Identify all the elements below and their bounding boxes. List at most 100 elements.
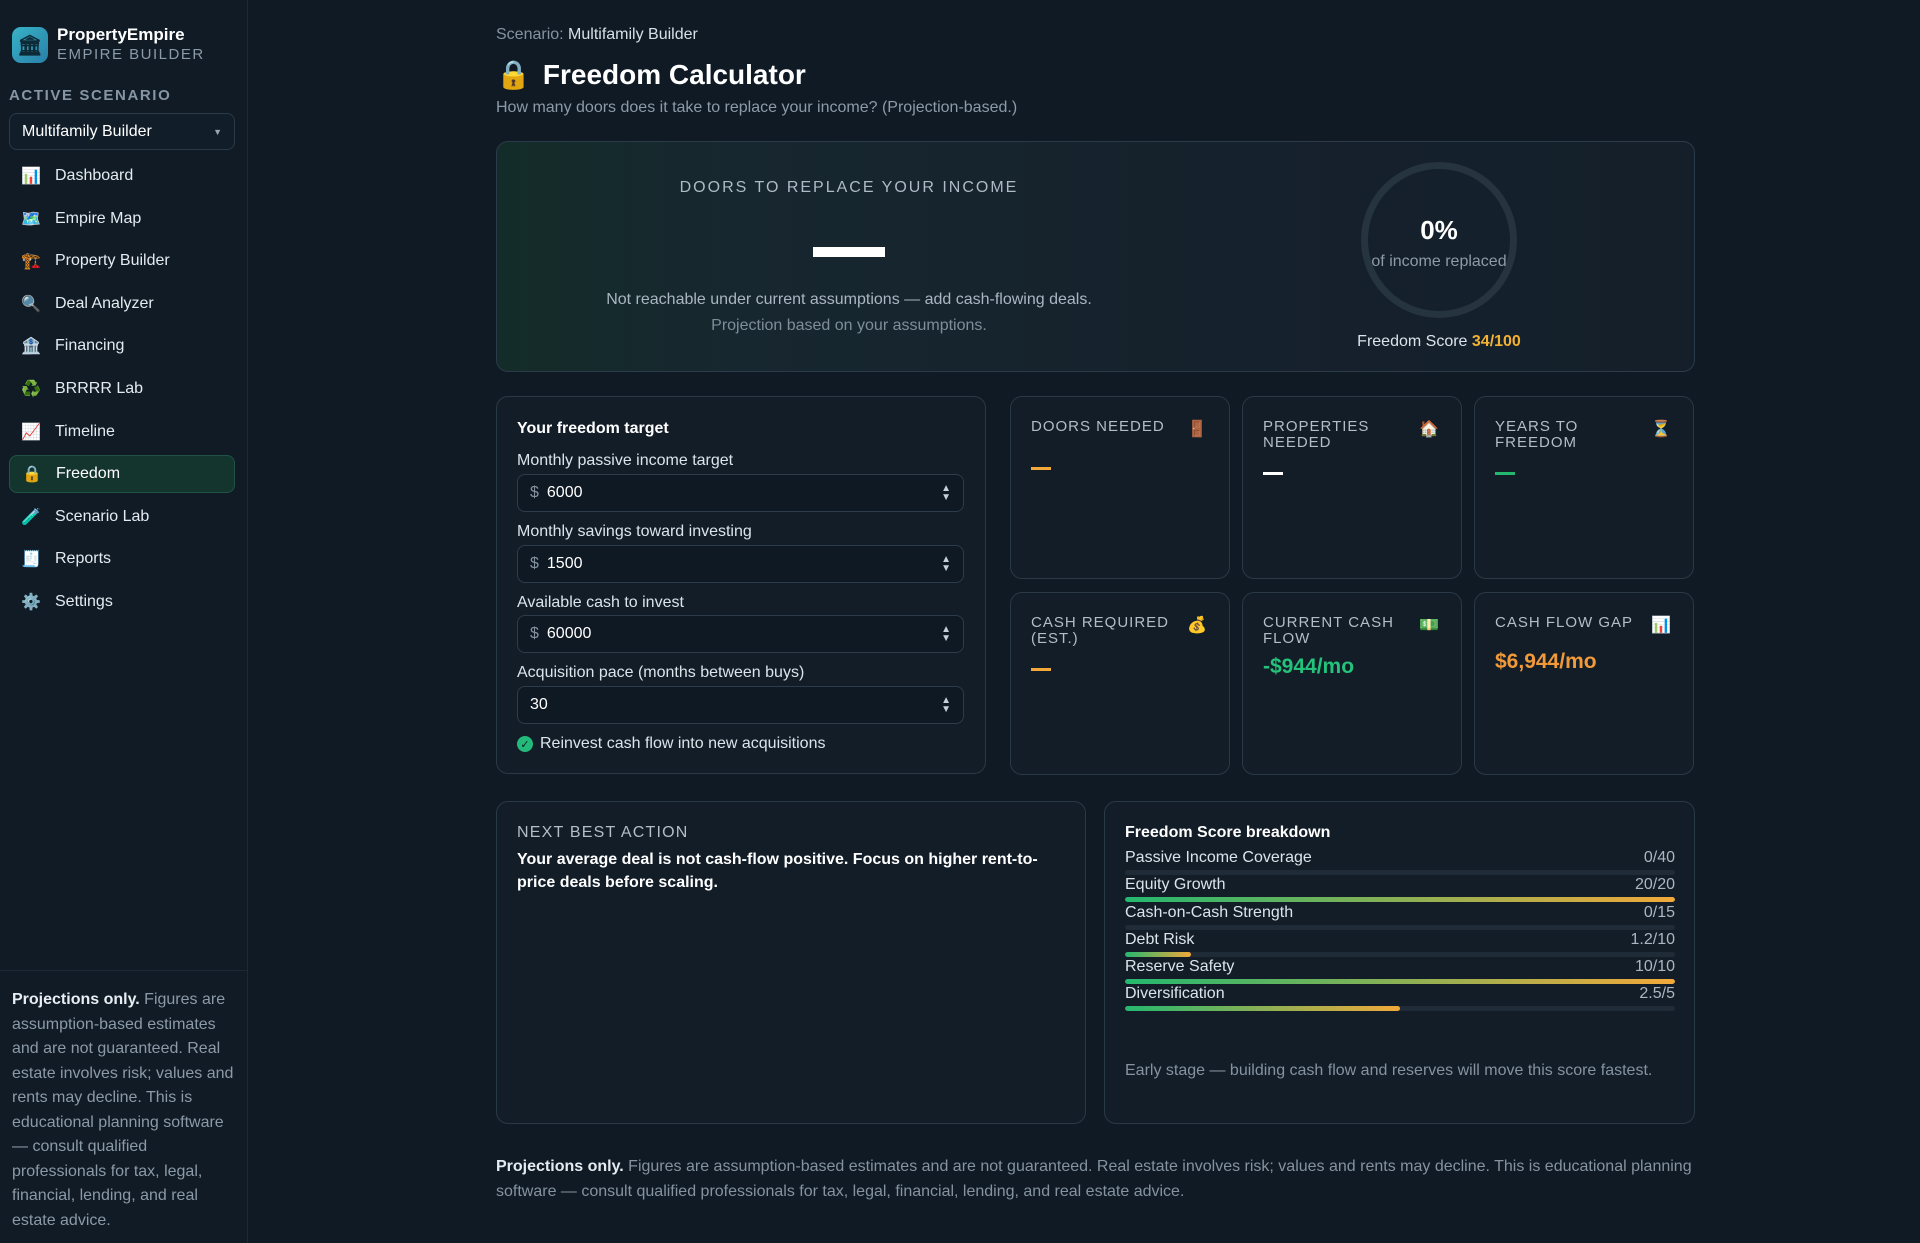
metric-current-cash-flow: CURRENT CASH FLOW 💵 -$944/mo [1242,592,1462,775]
sidebar-item-label: Financing [55,337,125,355]
metric-label: CASH FLOW GAP [1495,614,1634,631]
metric-years-to-freedom: YEARS TO FREEDOM ⏳ [1474,396,1694,579]
stepper-icon[interactable]: ▲ ▼ [941,625,951,644]
metric-label: YEARS TO FREEDOM [1495,418,1579,451]
income-target-value: 6000 [546,484,583,501]
sidebar-item-label: Settings [55,592,113,610]
breakdown-title: Freedom Score breakdown [1125,824,1331,841]
sidebar: 🏛 PropertyEmpire EMPIRE BUILDER ACTIVE S… [0,0,248,1243]
sidebar-disclaimer: Projections only. Figures are assumption… [0,970,248,1243]
scenario-select[interactable]: Multifamily Builder ▼ [9,113,235,150]
breakdown-progress-fill [1125,979,1675,984]
breakdown-row-value: 10/10 [1634,958,1675,975]
breakdown-progress-fill [1125,897,1675,902]
stepper-icon[interactable]: ▲ ▼ [941,696,951,715]
sidebar-item-settings[interactable]: ⚙️ Settings [9,583,235,621]
page-title: Freedom Calculator [542,58,806,90]
breakdown-row: Equity Growth 20/20 [1125,876,1675,902]
breakdown-row-value: 0/15 [1643,904,1675,921]
breakdown-row-value: 1.2/10 [1630,931,1675,948]
breakdown-row-label: Diversification [1125,985,1225,1002]
metric-label: CASH REQUIRED (EST.) [1031,614,1170,647]
cash-to-invest-input[interactable]: $ 60000 ▲ ▼ [517,615,964,653]
breadcrumb-scenario[interactable]: Multifamily Builder [568,26,698,43]
hero-message: Not reachable under current assumptions … [606,291,1092,308]
next-best-action-card: NEXT BEST ACTION Your average deal is no… [496,801,1086,1124]
sidebar-item-reports[interactable]: 🧾 Reports [9,540,235,578]
freedom-score-value: 34/100 [1471,333,1521,350]
reinvest-label: Reinvest cash flow into new acquisitions [540,735,826,752]
sidebar-nav: 📊 Dashboard 🗺️ Empire Map 🏗️ Property Builder… [9,157,235,626]
reinvest-checkbox[interactable]: ✓ Reinvest cash flow into new acquisitio… [517,735,825,753]
stepper-icon[interactable]: ▲ ▼ [941,484,951,503]
sidebar-item-label: Property Builder [55,252,170,270]
sidebar-disclaimer-text: Figures are assumption-based estimates a… [12,991,234,1229]
breakdown-note: Early stage — building cash flow and res… [1125,1062,1653,1079]
check-icon: ✓ [517,736,533,752]
currency-symbol: $ [530,484,539,501]
sidebar-item-label: Deal Analyzer [55,294,154,312]
door-icon: 🚪 [1187,421,1207,438]
sidebar-item-label: BRRRR Lab [55,379,144,397]
income-target-label: Monthly passive income target [517,452,734,469]
doors-hero-card: DOORS TO REPLACE YOUR INCOME Not reachab… [496,141,1695,372]
sidebar-item-scenario-lab[interactable]: 🧪 Scenario Lab [9,498,235,536]
acquisition-pace-input[interactable]: 30 ▲ ▼ [517,686,964,724]
page-disclaimer: Projections only. Figures are assumption… [496,1155,1696,1204]
sidebar-item-empire-map[interactable]: 🗺️ Empire Map [9,200,235,238]
currency-symbol: $ [530,625,539,642]
savings-value: 1500 [546,555,583,572]
metric-properties-needed: PROPERTIES NEEDED 🏠 [1242,396,1462,579]
sidebar-item-label: Reports [55,550,112,568]
sidebar-item-label: Freedom [56,465,121,483]
active-scenario-label: ACTIVE SCENARIO [9,87,172,104]
next-best-action-text: Your average deal is not cash-flow posit… [517,851,1038,891]
freedom-target-card: Your freedom target Monthly passive inco… [496,396,986,774]
breakdown-row: Debt Risk 1.2/10 [1125,931,1675,957]
metric-empty-dash [1031,668,1051,671]
sidebar-item-brrrr-lab[interactable]: ♻️ BRRRR Lab [9,370,235,408]
sidebar-item-deal-analyzer[interactable]: 🔍 Deal Analyzer [9,285,235,323]
sidebar-item-property-builder[interactable]: 🏗️ Property Builder [9,242,235,280]
sidebar-item-dashboard[interactable]: 📊 Dashboard [9,157,235,195]
sidebar-item-freedom[interactable]: 🔒 Freedom [9,455,235,494]
scenario-select-value: Multifamily Builder [22,122,152,140]
cash-to-invest-label: Available cash to invest [517,594,684,611]
savings-input[interactable]: $ 1500 ▲ ▼ [517,545,964,583]
stepper-icon[interactable]: ▲ ▼ [941,555,951,574]
currency-symbol: $ [530,555,539,572]
acquisition-pace-label: Acquisition pace (months between buys) [517,664,805,681]
metric-empty-dash [1263,472,1283,475]
deal-analyzer-icon: 🔍 [21,295,41,313]
breakdown-progress-track [1125,897,1675,902]
freedom-score-label: Freedom Score [1357,333,1468,350]
financing-icon: 🏦 [21,338,41,356]
sidebar-item-label: Dashboard [55,167,134,184]
freedom-score-breakdown-card: Freedom Score breakdown Passive Income C… [1104,801,1695,1124]
money-bag-icon: 💰 [1187,617,1207,634]
sidebar-item-timeline[interactable]: 📈 Timeline [9,413,235,451]
income-replaced-label: of income replaced [1371,253,1507,270]
freedom-score: Freedom Score 34/100 [1317,333,1561,351]
breakdown-row: Cash-on-Cash Strength 0/15 [1125,904,1675,930]
bank-icon: 🏛 [12,27,48,63]
chevron-down-icon: ▼ [213,126,222,137]
reports-icon: 🧾 [21,551,41,569]
breakdown-row-label: Equity Growth [1125,876,1226,893]
freedom-target-title: Your freedom target [517,420,669,437]
brand[interactable]: 🏛 PropertyEmpire EMPIRE BUILDER [12,25,205,65]
page-subtitle: How many doors does it take to replace y… [496,99,1018,116]
breakdown-row-label: Passive Income Coverage [1125,849,1312,866]
sidebar-item-financing[interactable]: 🏦 Financing [9,327,235,365]
hourglass-icon: ⏳ [1651,421,1671,438]
income-replaced-pct: 0% [1420,215,1458,245]
income-target-input[interactable]: $ 6000 ▲ ▼ [517,474,964,512]
metric-cash-required: CASH REQUIRED (EST.) 💰 [1010,592,1230,775]
breadcrumb-label: Scenario: [496,26,564,43]
app-subtitle: EMPIRE BUILDER [57,46,205,63]
breakdown-row: Diversification 2.5/5 [1125,985,1675,1011]
brrrr-lab-icon: ♻️ [21,380,41,398]
breakdown-row-label: Cash-on-Cash Strength [1125,904,1294,921]
breakdown-progress-track [1125,925,1675,930]
metric-empty-dash [1031,467,1051,470]
